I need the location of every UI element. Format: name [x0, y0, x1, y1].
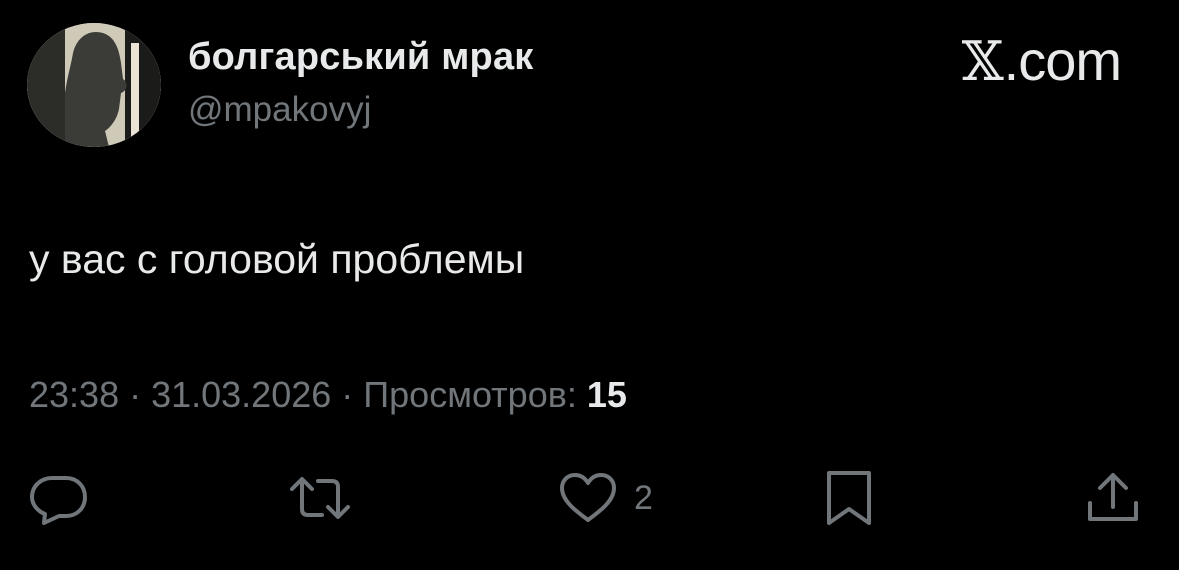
retweet-icon	[290, 477, 350, 519]
meta-separator: ·	[119, 374, 152, 415]
tweet-time[interactable]: 23:38	[29, 374, 119, 415]
action-bar: 2	[0, 468, 1179, 528]
like-count: 2	[634, 478, 653, 517]
share-button[interactable]	[1084, 468, 1142, 528]
tweet-date[interactable]: 31.03.2026	[151, 374, 331, 415]
x-logo-icon: 𝕏	[961, 30, 1004, 93]
meta-separator: ·	[331, 374, 364, 415]
author-display-name[interactable]: болгарський мрак	[188, 36, 534, 79]
reply-icon	[30, 476, 87, 525]
tweet-text: у вас с головой проблемы	[29, 236, 525, 282]
reply-button[interactable]	[28, 468, 90, 528]
tweet-meta: 23:38 · 31.03.2026 · Просмотров: 15	[29, 374, 627, 416]
retweet-button[interactable]	[286, 468, 354, 528]
brand-suffix: .com	[1003, 29, 1122, 92]
views-label: Просмотров:	[363, 374, 587, 415]
avatar[interactable]	[27, 23, 161, 147]
like-button[interactable]: 2	[556, 468, 653, 528]
author-handle[interactable]: @mpakovyj	[188, 90, 371, 130]
site-brand: 𝕏.com	[961, 28, 1122, 93]
heart-icon	[560, 473, 616, 522]
avatar-image	[27, 23, 161, 147]
bookmark-icon	[827, 471, 871, 525]
share-icon	[1088, 473, 1138, 521]
views-count: 15	[586, 374, 627, 415]
bookmark-button[interactable]	[822, 468, 876, 528]
